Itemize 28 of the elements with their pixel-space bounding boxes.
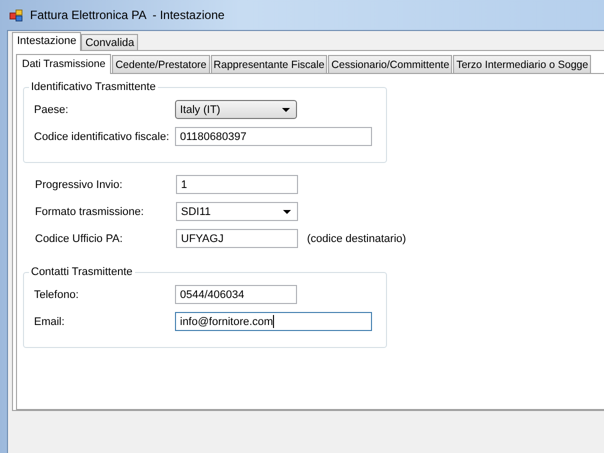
caret-icon — [283, 210, 291, 214]
tab[interactable]: Cedente/Prestatore — [112, 55, 210, 73]
tab[interactable]: Rappresentante Fiscale — [210, 55, 328, 73]
dropdown[interactable]: SDI11 — [176, 202, 298, 221]
group-title: Contatti Trasmittente — [30, 266, 134, 278]
tab[interactable]: Intestazione — [12, 32, 82, 51]
field-label: Codice identificativo fiscale: — [34, 130, 170, 142]
field-label: Telefono: — [34, 288, 80, 300]
tab[interactable]: Cessionario/Committente — [328, 55, 452, 73]
tab[interactable]: Convalida — [81, 34, 138, 50]
group-title: Identificativo Trasmittente — [30, 81, 157, 93]
tab[interactable]: Terzo Intermediario o Sogge — [453, 55, 592, 73]
caret-icon — [282, 108, 290, 112]
tab[interactable]: Dati Trasmissione — [16, 54, 112, 74]
hint-text: (codice destinatario) — [307, 232, 406, 244]
window-title: Fattura Elettronica PA - Intestazione — [30, 8, 225, 22]
input-field[interactable]: info@fornitore.com — [175, 312, 372, 331]
field-label: Email: — [34, 316, 66, 328]
input-field[interactable]: UFYAGJ — [176, 229, 298, 248]
field-label: Paese: — [34, 104, 70, 116]
field-label: Codice Ufficio PA: — [35, 232, 124, 244]
field-label: Progressivo Invio: — [35, 178, 124, 190]
input-field[interactable]: 01180680397 — [175, 127, 372, 146]
app-icon — [9, 8, 23, 22]
field-label: Formato trasmissione: — [35, 206, 145, 218]
dropdown[interactable]: Italy (IT) — [175, 100, 297, 119]
input-field[interactable]: 0544/406034 — [175, 285, 297, 304]
input-field[interactable]: 1 — [176, 175, 298, 194]
